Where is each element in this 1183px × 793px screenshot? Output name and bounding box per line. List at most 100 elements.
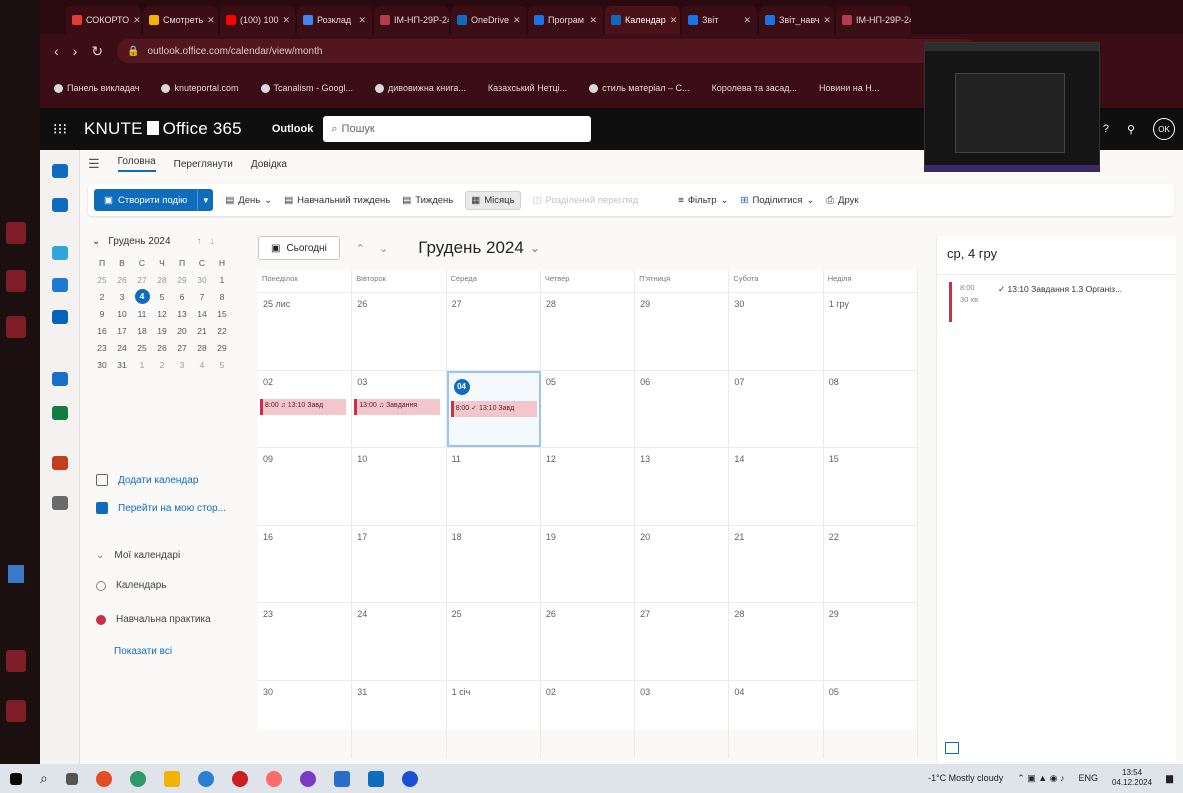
address-bar[interactable]: 🔒 outlook.office.com/calendar/view/month (117, 39, 978, 63)
mini-day[interactable]: 5 (212, 360, 232, 370)
powerpoint-icon[interactable] (52, 456, 68, 470)
day-cell[interactable]: 28 (541, 293, 636, 370)
mini-day[interactable]: 23 (92, 343, 112, 353)
month-title[interactable]: Грудень 2024 (418, 238, 524, 258)
day-cell[interactable]: 14 (729, 448, 824, 525)
mini-day[interactable]: 25 (92, 275, 112, 285)
opera-gx-icon[interactable] (265, 770, 282, 787)
day-cell[interactable]: 13 (635, 448, 730, 525)
mini-day[interactable]: 27 (172, 343, 192, 353)
mini-day-today[interactable]: 4 (134, 289, 150, 304)
bookmark[interactable]: Панель викладач (54, 83, 139, 93)
agenda-event[interactable]: 8:00 30 хв ✓ 13:10 Завдання 1.3 Організ..… (949, 282, 1169, 322)
new-event-button[interactable]: ▣ Створити подію ▼ (94, 189, 214, 211)
mini-day[interactable]: 15 (212, 309, 232, 319)
mini-day[interactable]: 11 (132, 309, 152, 319)
app-icon[interactable] (95, 770, 112, 787)
chrome-icon[interactable] (197, 770, 214, 787)
close-icon[interactable]: ✕ (358, 15, 366, 26)
day-cell[interactable]: 24 (352, 603, 447, 680)
edge-icon[interactable] (129, 770, 146, 787)
mini-day[interactable]: 30 (92, 360, 112, 370)
task-view-icon[interactable] (65, 772, 78, 785)
word-icon[interactable] (52, 372, 68, 386)
forward-icon[interactable]: › (73, 43, 78, 59)
mini-day[interactable]: 7 (192, 292, 212, 302)
day-cell[interactable]: 28 (729, 603, 824, 680)
app-icon[interactable] (367, 770, 384, 787)
day-cell[interactable]: 07 (729, 370, 824, 448)
day-cell[interactable]: 08 (824, 370, 918, 448)
workweek-view-button[interactable]: ▤ Навчальний тиждень (284, 195, 390, 206)
day-cell[interactable]: 16 (258, 525, 353, 603)
day-cell[interactable]: 23 (258, 603, 353, 680)
screen-share-preview[interactable] (924, 42, 1100, 172)
language-indicator[interactable]: ENG (1079, 773, 1099, 783)
calendar-event[interactable]: 13:00 ♫ Завдання (354, 398, 441, 415)
day-cell[interactable]: 02 (541, 680, 636, 758)
mini-day[interactable]: 25 (132, 343, 152, 353)
close-icon[interactable]: ✕ (133, 15, 141, 26)
tab-help[interactable]: Довідка (251, 159, 287, 170)
mini-day[interactable]: 4 (192, 360, 212, 370)
mini-day[interactable]: 17 (112, 326, 132, 336)
excel-icon[interactable] (52, 406, 68, 420)
day-cell[interactable]: 03 (635, 680, 730, 758)
close-icon[interactable]: ✕ (283, 15, 291, 26)
mini-day[interactable]: 21 (192, 326, 212, 336)
day-cell[interactable]: 19 (541, 525, 636, 603)
mini-day[interactable]: 6 (172, 292, 192, 302)
browser-tab[interactable]: Програм ✕ (528, 6, 603, 34)
close-icon[interactable]: ✕ (589, 15, 597, 26)
day-cell[interactable]: 11 (447, 448, 541, 525)
lightbulb-icon[interactable]: ⚲ (1127, 123, 1135, 136)
day-cell[interactable]: 25 (447, 603, 541, 680)
day-cell[interactable]: 17 (352, 525, 447, 603)
mini-day[interactable]: 8 (212, 292, 232, 302)
opera-icon[interactable] (231, 770, 248, 787)
mini-day[interactable]: 10 (112, 309, 132, 319)
mini-day[interactable]: 29 (172, 275, 192, 285)
mini-day[interactable]: 16 (92, 326, 112, 336)
close-icon[interactable]: ✕ (743, 15, 751, 26)
mini-day[interactable]: 27 (132, 275, 152, 285)
weather-text[interactable]: -1°C Mostly cloudy (928, 773, 1003, 783)
mini-day[interactable]: 29 (212, 343, 232, 353)
browser-tab[interactable]: Звіт ✕ (682, 6, 757, 34)
notification-icon[interactable]: ▆ (1166, 773, 1173, 784)
brand[interactable]: KNUTE Office 365 (84, 119, 242, 139)
my-calendars-group[interactable]: ⌄ Мої календарі (96, 550, 180, 561)
day-cell[interactable]: 05 (824, 680, 918, 758)
bookmark[interactable]: Новини на Н... (819, 83, 879, 93)
help-icon[interactable]: ? (1103, 123, 1109, 135)
app-launcher-icon[interactable]: ⁝⁝⁝ (40, 120, 80, 138)
browser-tab[interactable]: Звіт_навч ✕ (759, 6, 834, 34)
day-cell[interactable]: 26 (352, 293, 447, 370)
mini-day[interactable]: 24 (112, 343, 132, 353)
day-cell[interactable]: 31 (352, 680, 447, 758)
mini-day[interactable]: 22 (212, 326, 232, 336)
onedrive-icon[interactable] (52, 310, 68, 324)
collapse-icon[interactable]: ⌄ (92, 236, 100, 247)
mini-day[interactable]: 1 (212, 275, 232, 285)
more-apps-icon[interactable] (52, 496, 68, 510)
day-cell-today[interactable]: 04 8:00 ✓ 13:10 Завд (446, 370, 541, 448)
day-cell[interactable]: 25 лис (258, 293, 353, 370)
calendar-item[interactable]: Календарь (96, 580, 166, 591)
day-cell[interactable]: 30 (729, 293, 824, 370)
close-icon[interactable]: ✕ (670, 15, 678, 26)
reload-icon[interactable]: ↻ (91, 43, 103, 60)
mini-day[interactable]: 31 (112, 360, 132, 370)
back-icon[interactable]: ‹ (54, 43, 59, 59)
week-view-button[interactable]: ▤ Тиждень (402, 195, 453, 206)
day-cell[interactable]: 26 (541, 603, 636, 680)
mini-day[interactable]: 2 (152, 360, 172, 370)
mini-day[interactable]: 30 (192, 275, 212, 285)
bookmark[interactable]: Tcanalism - Googl... (260, 83, 353, 93)
tab-home[interactable]: Головна (117, 156, 156, 172)
mini-day[interactable]: 12 (152, 309, 172, 319)
calendar-event[interactable]: 8:00 ✓ 13:10 Завд (450, 400, 537, 417)
filter-button[interactable]: ≡ Фільтр ⌄ (678, 195, 728, 206)
close-icon[interactable]: ✕ (823, 15, 831, 26)
clock[interactable]: 13:54 04.12.2024 (1112, 768, 1152, 788)
